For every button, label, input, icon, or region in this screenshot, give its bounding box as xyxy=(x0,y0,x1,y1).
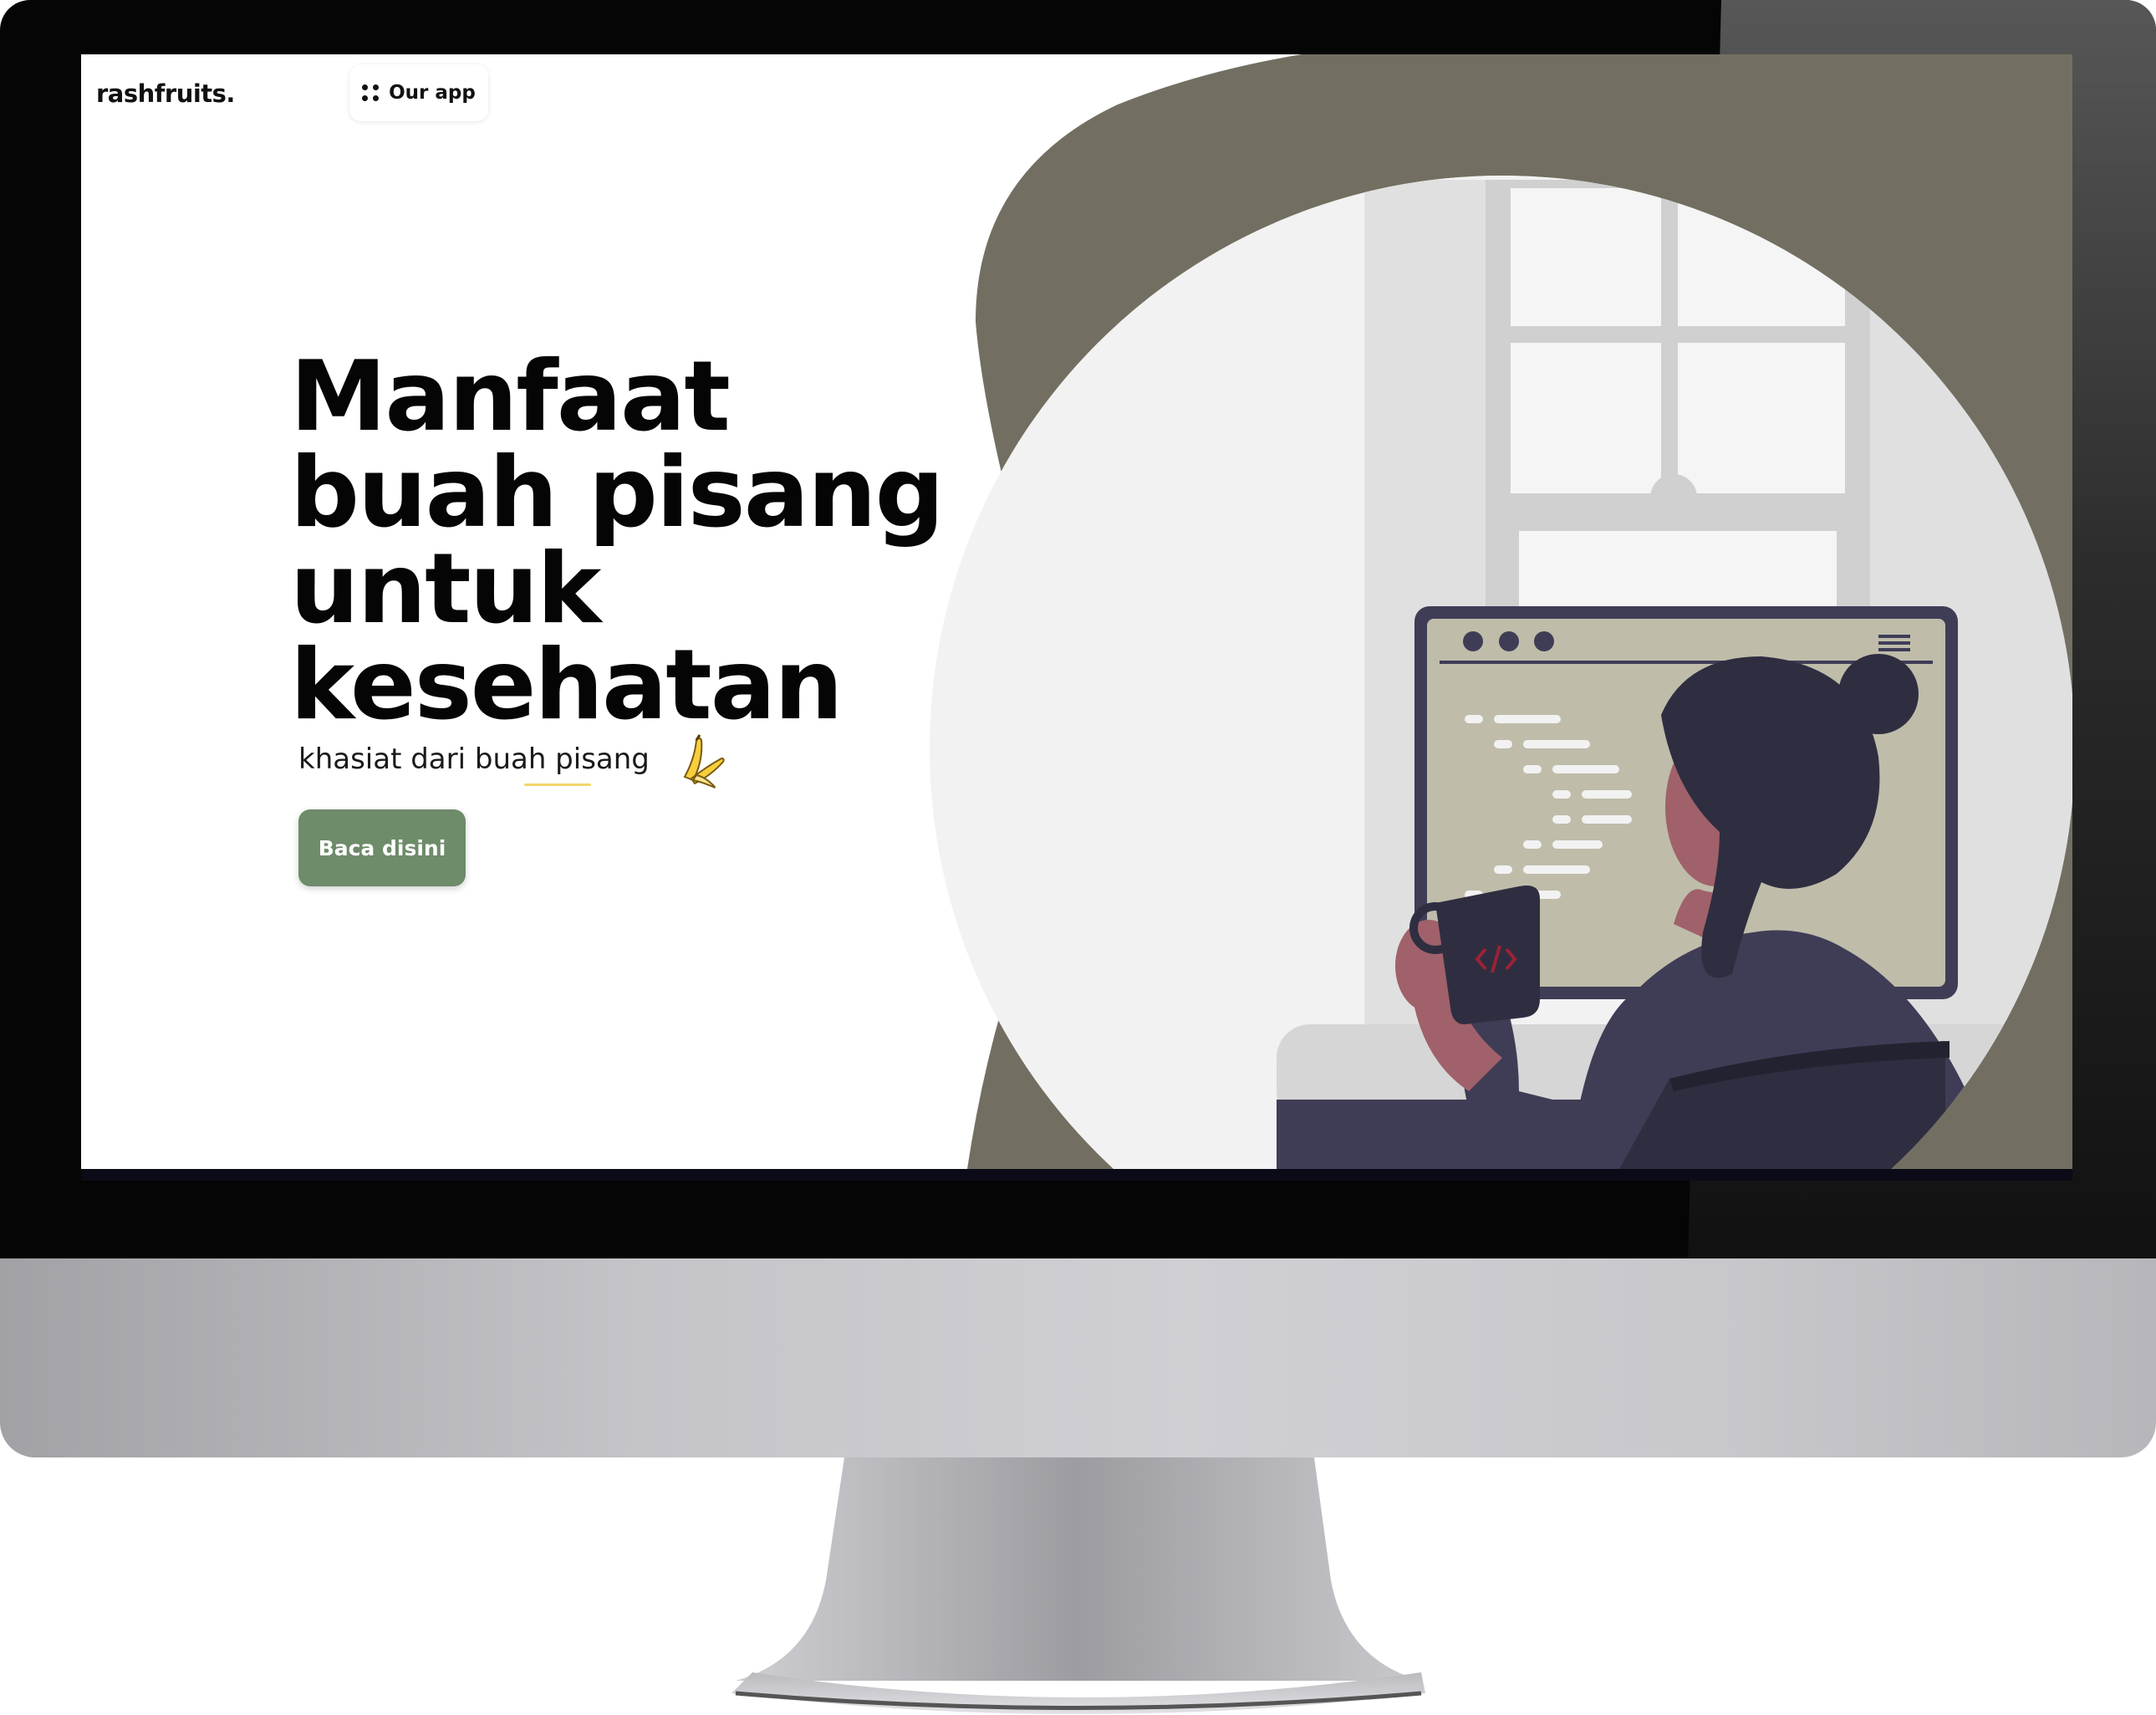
our-app-label: Our app xyxy=(389,82,476,104)
hero-title-line: untuk xyxy=(290,533,601,646)
hero-subtitle: khasiat dari buah pisang xyxy=(298,743,650,776)
dots-grid-icon xyxy=(362,84,380,101)
brand-logo[interactable]: rashfruits. xyxy=(96,79,235,108)
screen-bottom-strip xyxy=(81,1169,2072,1181)
monitor-mockup: rashfruits. Our app Manfaat buah pisang … xyxy=(0,0,2156,1715)
hero-title-line: kesehatan xyxy=(290,629,844,742)
website-screen: rashfruits. Our app Manfaat buah pisang … xyxy=(81,54,2072,1169)
our-app-button[interactable]: Our app xyxy=(349,64,488,121)
subtitle-underline xyxy=(524,783,591,786)
banana-icon xyxy=(683,734,725,789)
hero-title-line: buah pisang xyxy=(290,436,945,549)
hero-title: Manfaat buah pisang untuk kesehatan xyxy=(290,340,1042,742)
read-here-button[interactable]: Baca disini xyxy=(298,809,466,886)
hero-title-line: Manfaat xyxy=(290,340,731,453)
monitor-chin xyxy=(0,1258,2156,1457)
